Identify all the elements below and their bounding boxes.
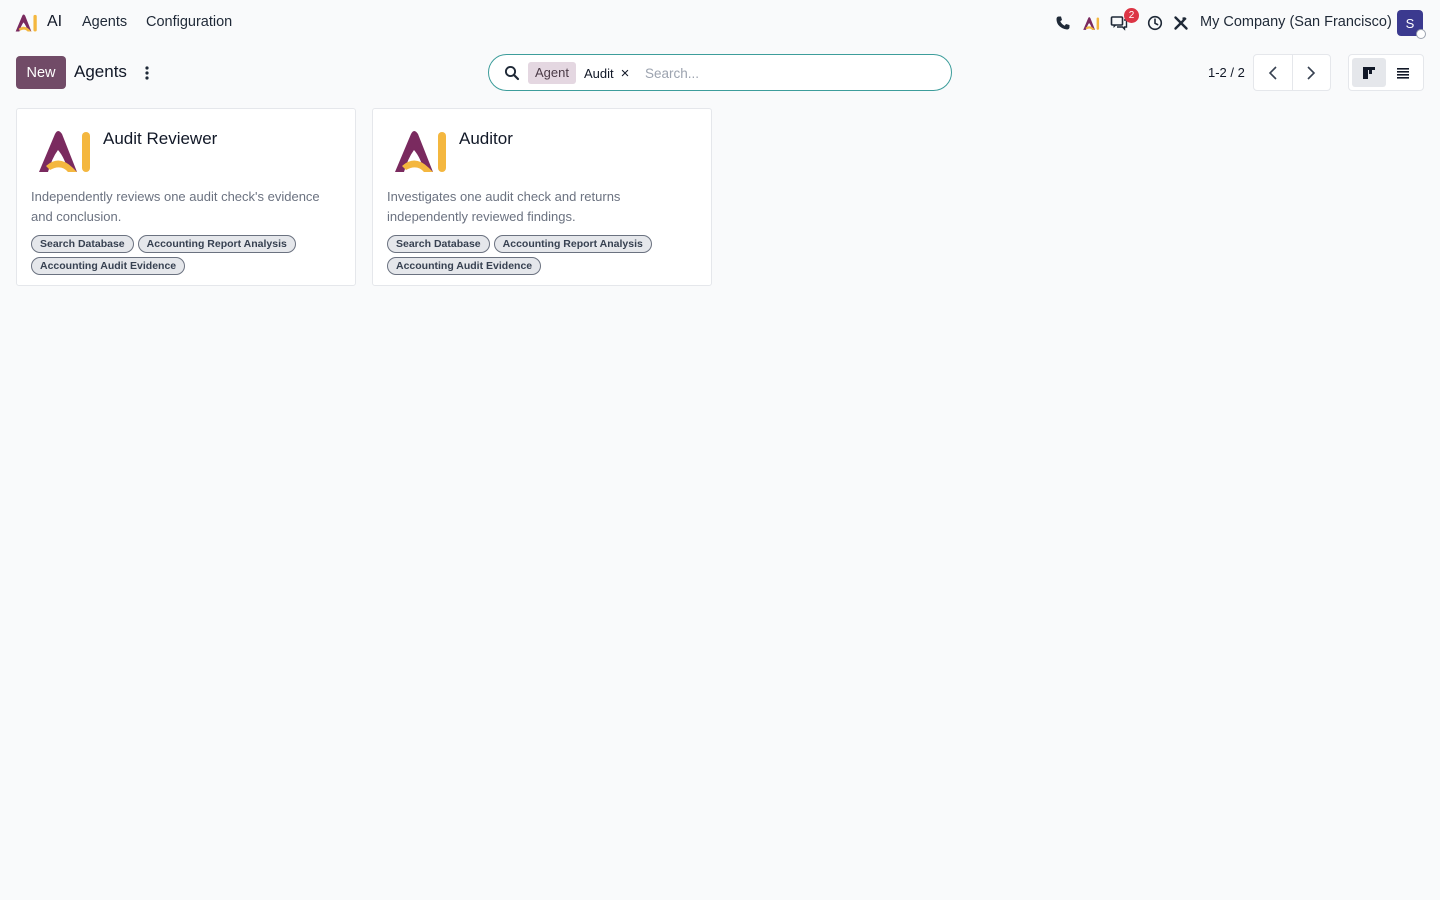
tool-tag: Accounting Report Analysis [493, 235, 652, 253]
facet-value: Audit [583, 65, 614, 81]
agent-card-tags: Search Database Accounting Report Analys… [31, 235, 347, 275]
facet-remove-icon[interactable]: × [621, 66, 630, 81]
actions-menu-icon[interactable] [141, 64, 153, 82]
menu-item-agents[interactable]: Agents [82, 14, 127, 30]
facet-label: Agent [528, 62, 576, 84]
kanban-view-button[interactable] [1352, 58, 1386, 87]
search-facet: Agent Audit × [528, 62, 629, 84]
phone-icon[interactable] [1053, 13, 1073, 33]
tool-tag: Search Database [31, 235, 134, 253]
clock-icon[interactable] [1145, 13, 1165, 33]
agent-card-title: Auditor [459, 129, 513, 148]
agent-card[interactable]: Audit Reviewer Independently reviews one… [16, 108, 356, 286]
app-brand[interactable]: AI [14, 12, 62, 34]
app-name: AI [47, 13, 63, 30]
search-input[interactable] [645, 61, 935, 85]
pager-previous-button[interactable] [1254, 55, 1292, 90]
chevron-right-icon [1307, 65, 1316, 80]
tools-icon[interactable] [1171, 13, 1191, 33]
messages-badge: 2 [1124, 8, 1139, 23]
kanban-icon [1363, 66, 1375, 79]
pager-value[interactable]: 1-2 / 2 [1208, 65, 1245, 80]
agent-card-tags: Search Database Accounting Report Analys… [387, 235, 703, 275]
agent-card-description: Investigates one audit check and returns… [387, 189, 621, 224]
top-navbar: AI Agents Configuration 2 My Company (Sa… [0, 0, 1440, 46]
chevron-left-icon [1268, 65, 1277, 80]
tool-tag: Accounting Report Analysis [137, 235, 296, 253]
agent-card-description: Independently reviews one audit check's … [31, 189, 320, 224]
search-bar: Agent Audit × [488, 54, 952, 91]
user-initial: S [1405, 15, 1415, 31]
menu-item-configuration[interactable]: Configuration [146, 14, 232, 30]
ai-logo-icon [39, 131, 90, 172]
tool-tag: Accounting Audit Evidence [31, 257, 186, 275]
ai-systray-icon[interactable] [1081, 13, 1101, 33]
page-title: Agents [74, 62, 127, 81]
search-icon[interactable] [504, 65, 520, 81]
new-button[interactable]: New [16, 56, 66, 89]
company-switcher[interactable]: My Company (San Francisco) [1200, 14, 1392, 30]
user-status-indicator [1416, 29, 1426, 39]
agent-card-title: Audit Reviewer [103, 129, 218, 148]
tool-tag: Search Database [387, 235, 490, 253]
agent-card[interactable]: Auditor Investigates one audit check and… [372, 108, 712, 286]
pager-next-button[interactable] [1291, 55, 1330, 90]
list-icon [1397, 67, 1409, 79]
ai-logo-icon [15, 14, 37, 32]
ai-logo-icon [395, 131, 446, 172]
pager-buttons [1253, 54, 1331, 91]
view-switcher [1348, 54, 1424, 91]
tool-tag: Accounting Audit Evidence [387, 257, 542, 275]
user-avatar[interactable]: S [1397, 10, 1426, 39]
list-view-button[interactable] [1386, 58, 1420, 87]
